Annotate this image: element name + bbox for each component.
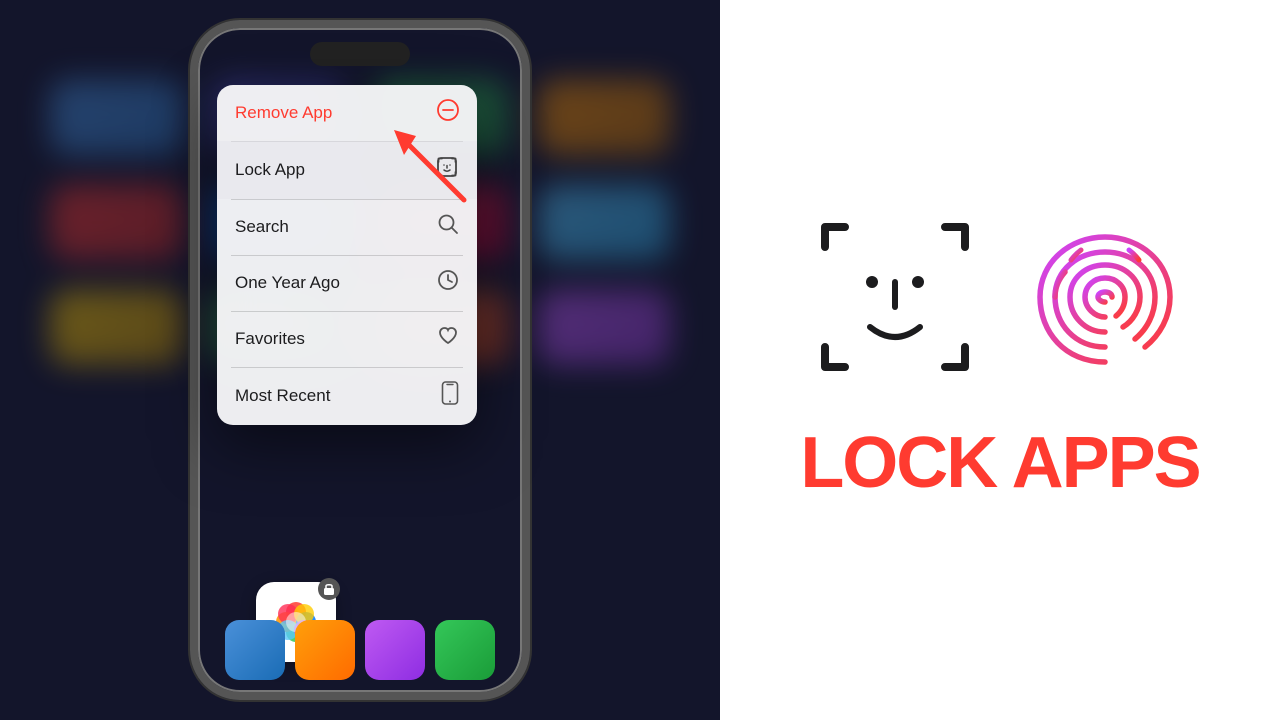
menu-item-one-year-ago[interactable]: One Year Ago [217,255,477,311]
menu-item-lock-app-label: Lock App [235,160,305,180]
phone-icon [441,381,459,411]
face-id-icon [815,217,975,382]
left-panel: Remove App Lock App [0,0,720,720]
phone-notch [310,42,410,66]
menu-item-remove-app-label: Remove App [235,103,332,123]
icons-row [815,217,1185,382]
dock-icon-2 [295,620,355,680]
lock-apps-title: LOCK APPS [800,422,1199,504]
menu-item-favorites[interactable]: Favorites [217,311,477,367]
lock-apps-label: LOCK APPS [800,423,1199,503]
arrow-annotation [374,120,474,210]
dock-icon-3 [365,620,425,680]
clock-icon [437,269,459,297]
dock-icon-1 [225,620,285,680]
dock-icons [220,620,500,680]
right-panel: LOCK APPS [720,0,1280,720]
dock-icon-4 [435,620,495,680]
menu-item-most-recent-label: Most Recent [235,386,330,406]
menu-item-one-year-ago-label: One Year Ago [235,273,340,293]
lock-badge [318,578,340,600]
menu-item-search-label: Search [235,217,289,237]
menu-item-favorites-label: Favorites [235,329,305,349]
fingerprint-icon [1025,217,1185,382]
menu-item-most-recent[interactable]: Most Recent [217,367,477,425]
heart-icon [437,325,459,353]
